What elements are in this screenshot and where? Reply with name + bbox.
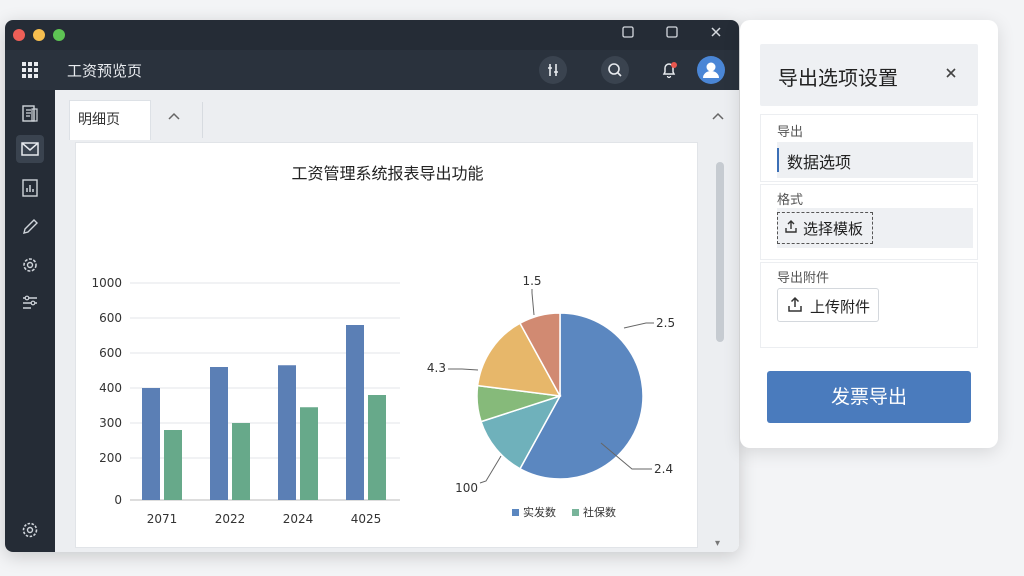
maximize-button[interactable] (661, 25, 683, 45)
chevron-up-icon[interactable] (167, 108, 181, 122)
mail-icon (21, 142, 39, 156)
export-panel: 导出选项设置 导出 数据选项 格式 选择模板 导出附件 上传附件 发票导出 (740, 20, 998, 448)
filter-button[interactable] (539, 56, 567, 84)
x-tick-label: 2024 (283, 512, 314, 526)
section-label: 导出 (777, 125, 804, 140)
tab-divider (202, 102, 203, 138)
bar (300, 407, 318, 500)
tab-detail[interactable]: 明细页 (69, 100, 151, 140)
y-tick-label: 400 (99, 381, 122, 395)
maximize-light[interactable] (53, 29, 65, 41)
sidebar-item-report[interactable] (16, 174, 44, 202)
sidebar-item-settings[interactable] (16, 251, 44, 279)
sidebar-item-gear[interactable] (16, 516, 44, 544)
toolbar: 工资预览页 (5, 50, 739, 90)
main-window: 工资预览页 明细页 工资管理系统报表导出功能 0 200 300 400 600… (5, 20, 739, 552)
close-light[interactable] (13, 29, 25, 41)
panel-title: 导出选项设置 (778, 66, 898, 90)
pie-data-label: 2.4 (654, 462, 673, 476)
sidebar-item-mail[interactable] (16, 135, 44, 163)
search-button[interactable] (601, 56, 629, 84)
invoice-export-button[interactable]: 发票导出 (767, 371, 971, 423)
y-tick-label: 200 (99, 451, 122, 465)
notification-button[interactable] (655, 56, 683, 84)
sidebar-item-document[interactable] (16, 100, 44, 128)
chart-canvas: 020030040060060010002071202220244025发放数金… (91, 274, 675, 526)
field-value: 选择模板 (803, 220, 864, 238)
section-attachment: 导出附件 上传附件 (760, 262, 978, 348)
section-label: 格式 (777, 193, 804, 208)
gear-icon (22, 522, 38, 538)
settings-icon (23, 258, 37, 272)
report-icon (22, 179, 38, 197)
sidebar-item-edit[interactable] (16, 213, 44, 241)
sidebar (5, 90, 55, 552)
bar (210, 367, 228, 500)
callout-line (448, 368, 479, 371)
x-tick-label: 4025 (351, 512, 382, 526)
collapse-chevron-icon[interactable] (711, 108, 725, 122)
field-value: 数据选项 (787, 153, 852, 172)
section-label: 导出附件 (777, 271, 830, 286)
y-tick-label: 0 (114, 493, 122, 507)
search-icon (608, 63, 622, 77)
upload-icon (785, 220, 797, 233)
bar (232, 423, 250, 500)
callout-line (479, 455, 502, 484)
vertical-scrollbar[interactable] (716, 162, 724, 342)
bar (278, 365, 296, 500)
legend-label: 社保数 (583, 505, 616, 519)
report-card: 工资管理系统报表导出功能 0 200 300 400 600 600 1000 2071 202… (75, 142, 698, 548)
upload-button-label: 上传附件 (810, 298, 871, 316)
apps-grid-icon[interactable] (19, 59, 41, 81)
edit-icon (23, 219, 38, 234)
notification-bell-icon (662, 62, 677, 79)
callout-line (531, 289, 535, 316)
x-tick-label: 2071 (147, 512, 178, 526)
legend-swatch (572, 509, 579, 516)
y-tick-label: 600 (99, 346, 122, 360)
bar (164, 430, 182, 500)
sidebar-item-list-settings[interactable] (16, 289, 44, 317)
pie-data-label: 100 (455, 481, 478, 495)
list-settings-icon (23, 295, 37, 309)
section-export: 导出 数据选项 (760, 114, 978, 182)
y-tick-label: 300 (99, 416, 122, 430)
y-tick-label: 1000 (91, 276, 122, 290)
maximize-icon (666, 26, 678, 38)
section-format: 格式 选择模板 (760, 184, 978, 260)
filter-icon (548, 64, 558, 76)
minimize-icon (622, 26, 634, 38)
panel-close-button[interactable] (940, 64, 962, 86)
panel-header: 导出选项设置 (760, 44, 978, 106)
close-icon (946, 68, 956, 78)
window-title: 工资预览页 (67, 62, 143, 80)
user-avatar[interactable] (697, 56, 725, 84)
bar (142, 388, 160, 500)
data-options-field[interactable]: 数据选项 (777, 142, 973, 178)
close-button[interactable] (705, 25, 727, 45)
pie-data-label: 1.5 (522, 274, 541, 288)
upload-attachment-button[interactable]: 上传附件 (777, 288, 879, 322)
scroll-down-icon[interactable]: ▾ (715, 538, 720, 549)
y-tick-label: 600 (99, 311, 122, 325)
user-avatar-icon (703, 62, 719, 78)
content-area: 明细页 工资管理系统报表导出功能 0 200 300 400 600 600 1000 207… (55, 90, 739, 552)
minimize-button[interactable] (617, 25, 639, 45)
template-select[interactable]: 选择模板 (777, 208, 973, 248)
close-icon (711, 27, 721, 37)
upload-icon (788, 296, 802, 312)
pie-data-label: 4.3 (427, 361, 446, 375)
text-caret (777, 148, 779, 172)
document-icon (22, 105, 38, 122)
minimize-light[interactable] (33, 29, 45, 41)
bar (346, 325, 364, 500)
bar (368, 395, 386, 500)
pie-data-label: 2.5 (656, 316, 675, 330)
callout-line (623, 322, 654, 329)
legend-swatch (512, 509, 519, 516)
title-bar (5, 20, 739, 50)
legend-label: 实发数 (523, 505, 556, 519)
x-tick-label: 2022 (215, 512, 246, 526)
